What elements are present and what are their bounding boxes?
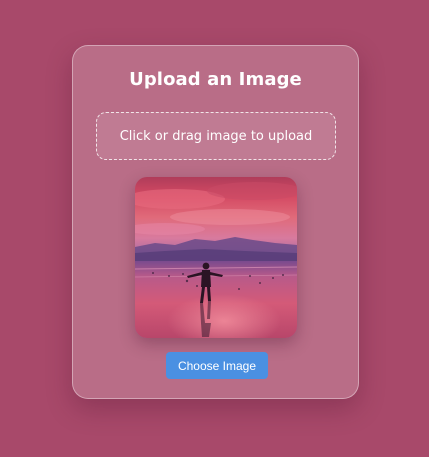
image-preview [135,177,297,338]
sunset-beach-photo [135,177,297,338]
upload-dropzone[interactable]: Click or drag image to upload [96,112,336,160]
upload-title: Upload an Image [129,69,302,90]
upload-card: Upload an Image Click or drag image to u… [72,45,359,399]
dropzone-text: Click or drag image to upload [119,128,313,144]
choose-image-button[interactable]: Choose Image [166,352,268,379]
